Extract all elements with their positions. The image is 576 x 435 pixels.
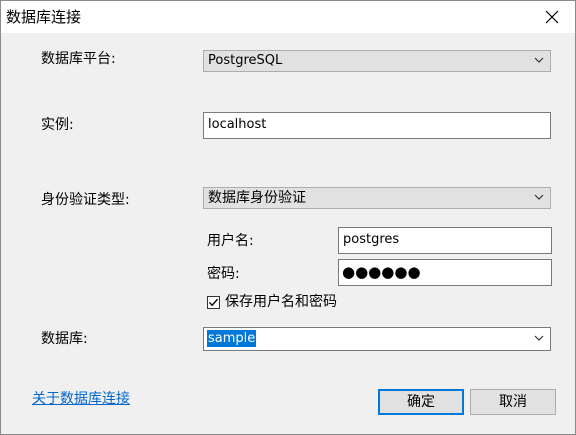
- platform-selected-value: PostgreSQL: [208, 53, 283, 68]
- instance-input[interactable]: localhost: [203, 112, 551, 139]
- chevron-down-icon: [534, 194, 544, 200]
- platform-select[interactable]: PostgreSQL: [203, 50, 551, 72]
- instance-value: localhost: [208, 117, 267, 132]
- auth-type-select[interactable]: 数据库身份验证: [203, 187, 551, 209]
- username-value: postgres: [343, 232, 400, 247]
- title-bar: 数据库连接: [1, 1, 575, 33]
- save-credentials-label[interactable]: 保存用户名和密码: [225, 293, 337, 311]
- close-button[interactable]: [529, 1, 575, 33]
- instance-label: 实例:: [41, 117, 74, 133]
- platform-label: 数据库平台:: [41, 51, 116, 67]
- username-input[interactable]: postgres: [338, 227, 552, 254]
- chevron-down-icon[interactable]: [534, 335, 544, 342]
- close-icon: [545, 10, 559, 24]
- cancel-button[interactable]: 取消: [470, 389, 556, 415]
- database-label: 数据库:: [41, 331, 88, 347]
- checkmark-icon: [209, 298, 219, 307]
- database-connection-dialog: 数据库连接 数据库平台: PostgreSQL 实例: localhost 身份…: [0, 0, 576, 435]
- window-title: 数据库连接: [6, 8, 82, 26]
- username-label: 用户名:: [207, 233, 254, 249]
- auth-type-label: 身份验证类型:: [41, 192, 130, 208]
- about-database-connection-link[interactable]: 关于数据库连接: [32, 390, 130, 408]
- database-value: sample: [207, 330, 257, 347]
- ok-button[interactable]: 确定: [378, 389, 464, 415]
- auth-type-selected-value: 数据库身份验证: [208, 190, 306, 206]
- password-label: 密码:: [207, 266, 240, 282]
- password-input[interactable]: ●●●●●●: [338, 259, 552, 286]
- password-mask: ●●●●●●: [342, 263, 421, 281]
- save-credentials-checkbox[interactable]: [207, 296, 220, 309]
- database-combobox[interactable]: sample: [203, 327, 551, 351]
- chevron-down-icon: [534, 57, 544, 63]
